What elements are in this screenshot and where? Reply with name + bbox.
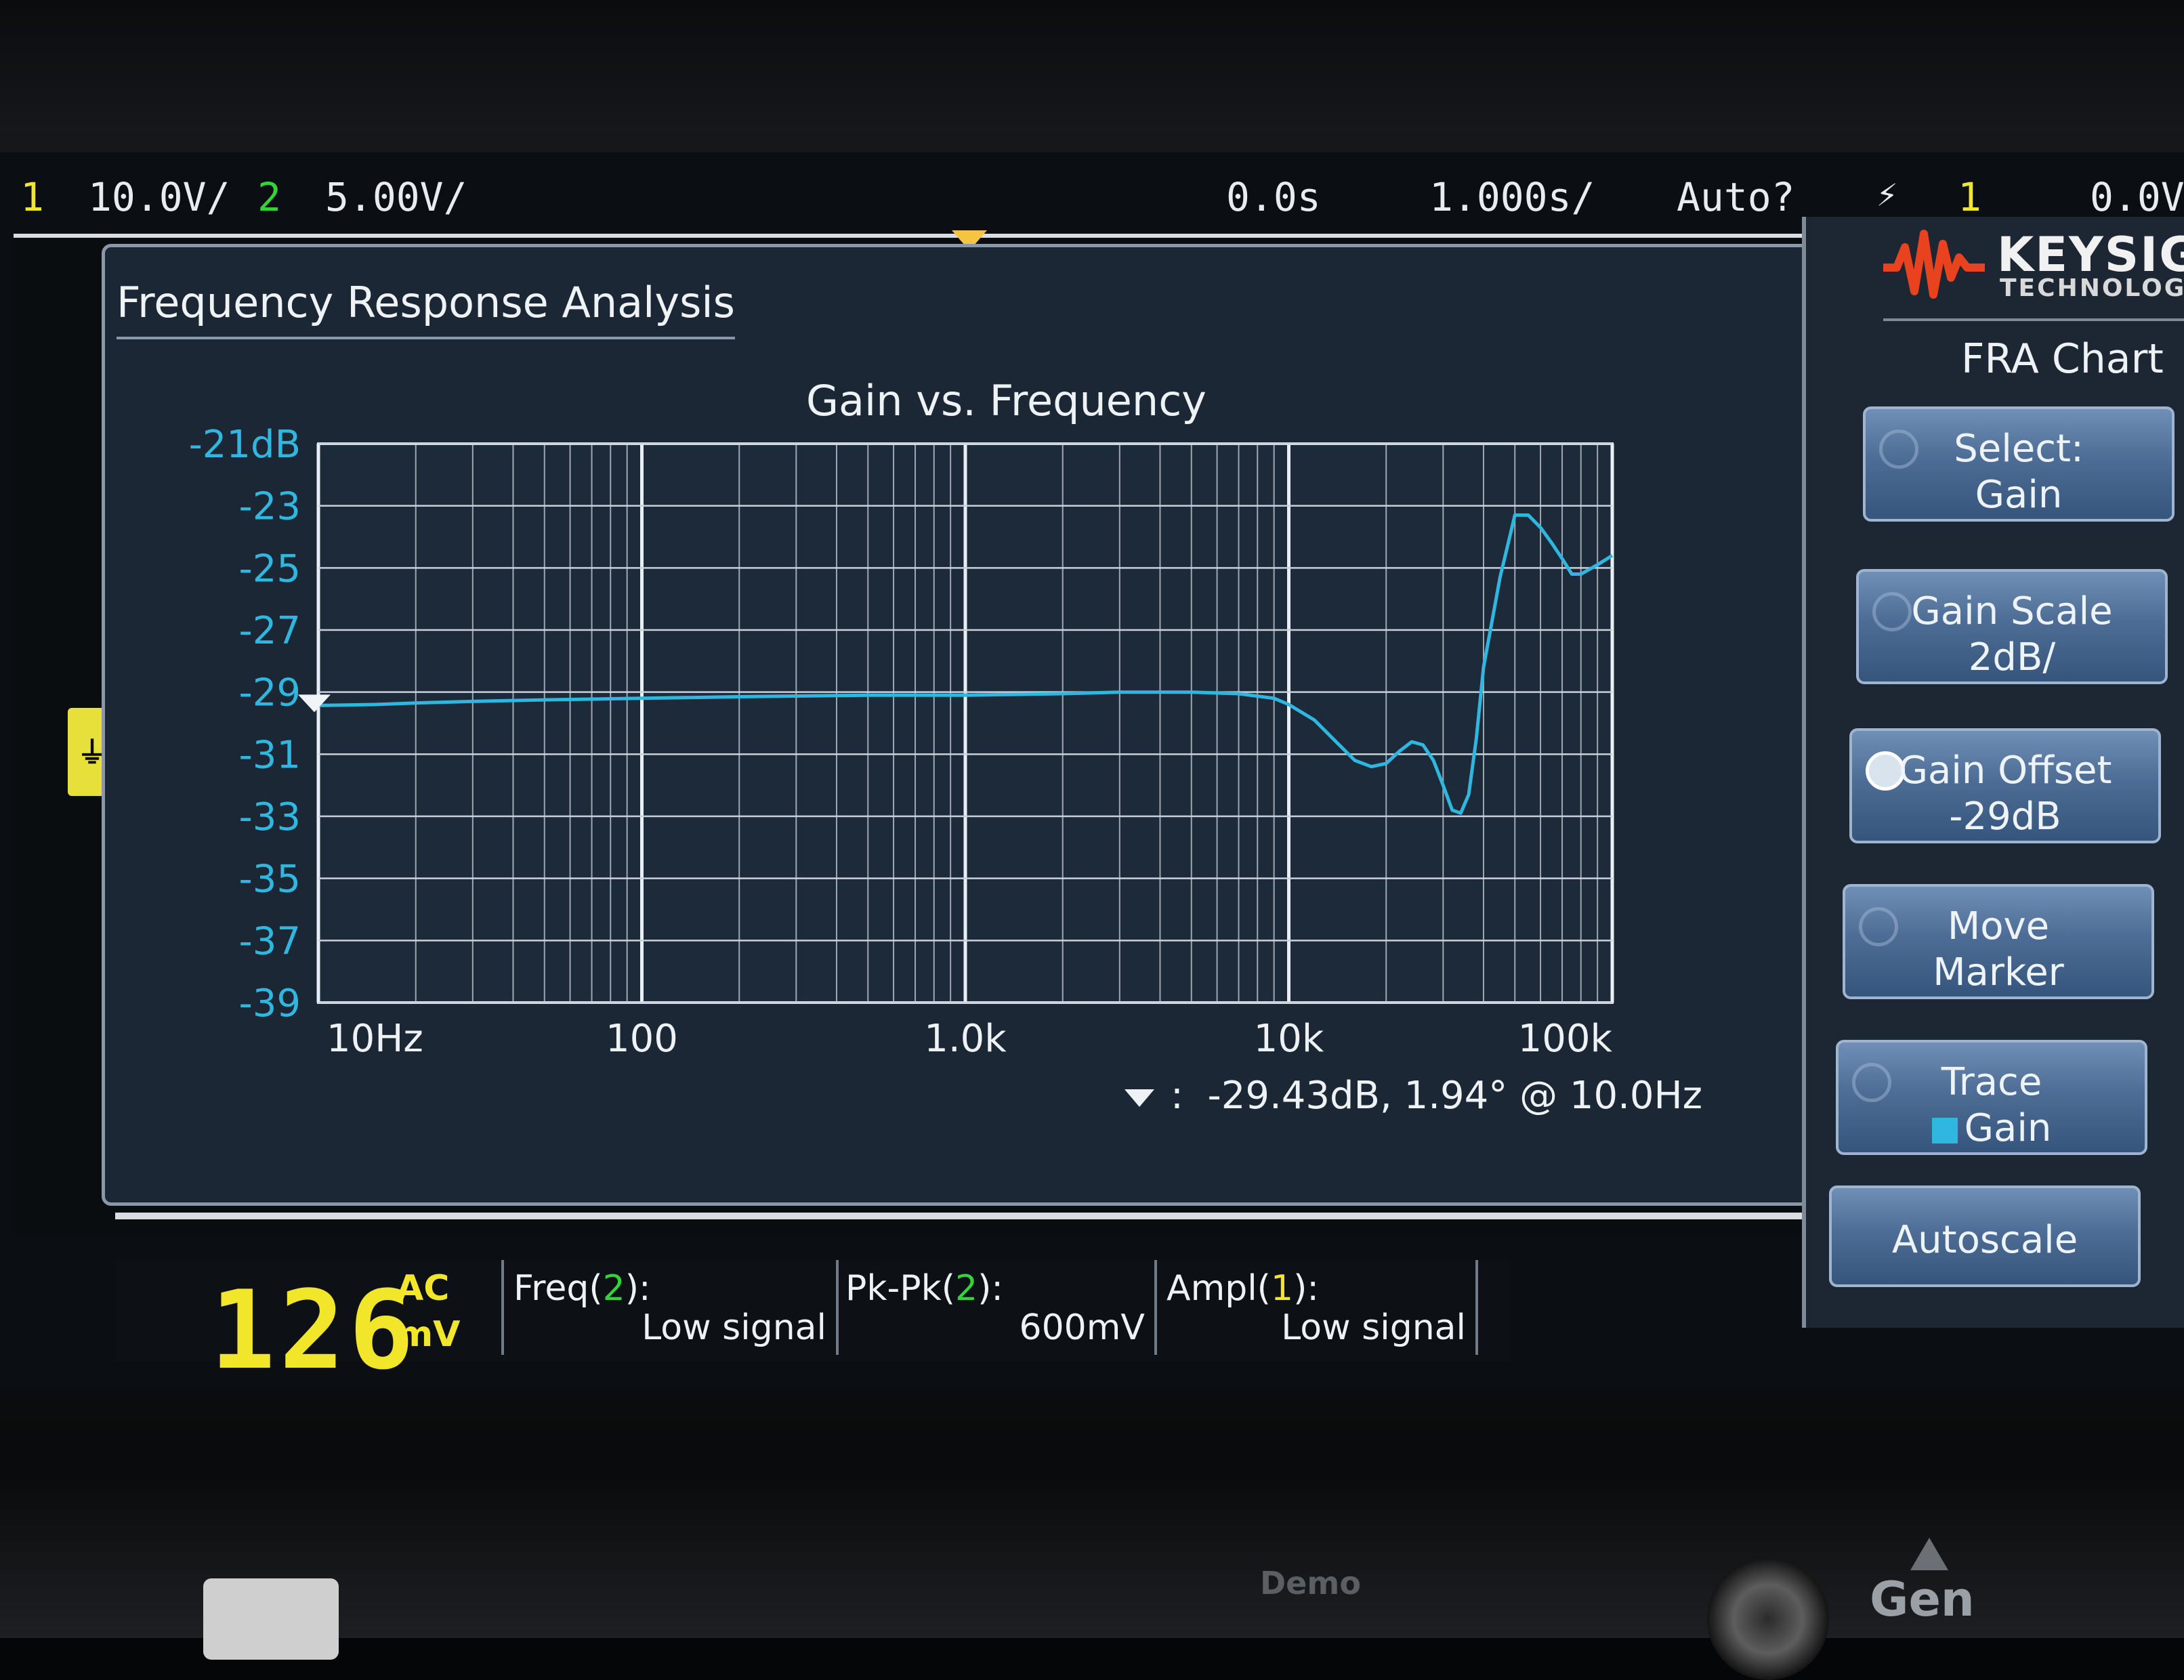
y-tick-label: -23 [239,485,301,529]
hardware-button[interactable] [203,1578,339,1660]
y-tick-label: -33 [239,795,301,839]
x-tick-label: 10k [1254,1017,1324,1061]
warning-icon [1910,1538,1948,1570]
move-marker-label-line1: Move [1947,904,2050,948]
marker-value: -29.43dB, 1.94° @ 10.0Hz [1207,1074,1703,1118]
demo-label: Demo [1260,1565,1361,1601]
measurement-ampl[interactable]: Ampl(1): Low signal [1157,1260,1478,1355]
trace-softkey[interactable]: Trace Gain [1836,1040,2147,1155]
dvm-mode: AC [396,1268,450,1309]
marker-separator: : [1171,1074,1183,1118]
x-tick-label: 100 [606,1017,678,1061]
brand-subtitle: TECHNOLOGIES [2000,274,2184,302]
y-tick-label: -35 [239,858,301,902]
trace-label: Trace [1941,1060,2042,1104]
y-tick-label: -37 [239,919,301,963]
ampl-channel: 1 [1270,1268,1294,1309]
gain-scale-value: 2dB/ [1968,635,2056,679]
measurement-ampl-value: Low signal [1281,1307,1466,1348]
measurement-ampl-label: Ampl(1): [1167,1268,1319,1309]
x-tick-label: 1.0k [924,1017,1007,1061]
gen-out-connector[interactable] [1707,1558,1829,1680]
move-marker-softkey[interactable]: Move Marker [1843,884,2154,999]
trace-color-swatch [1931,1117,1958,1143]
gain-offset-softkey[interactable]: Gain Offset -29dB [1849,728,2161,843]
pkpk-label-prefix: Pk-Pk( [845,1268,955,1309]
marker-readout: : -29.43dB, 1.94° @ 10.0Hz [1125,1074,1702,1118]
gen-label: Gen [1870,1572,1975,1627]
measurement-freq-value: Low signal [642,1307,826,1348]
ampl-label-prefix: Ampl( [1167,1268,1271,1309]
autoscale-label: Autoscale [1891,1218,2078,1262]
y-tick-label: -25 [239,547,301,591]
select-softkey[interactable]: Select: Gain [1863,406,2175,522]
keysight-logo-icon [1883,230,1985,299]
freq-label-prefix: Freq( [513,1268,603,1309]
ampl-label-suffix: ): [1293,1268,1319,1309]
measurement-pkpk[interactable]: Pk-Pk(2): 600mV [836,1260,1157,1355]
move-marker-label-line2: Marker [1933,950,2064,994]
trace-value-text: Gain [1964,1106,2052,1150]
gain-scale-softkey[interactable]: Gain Scale 2dB/ [1856,569,2168,684]
autoscale-softkey[interactable]: Autoscale [1829,1185,2141,1287]
x-tick-label: 100k [1518,1017,1613,1061]
x-tick-label: 10Hz [327,1017,423,1061]
y-tick-label: -29 [239,671,301,715]
y-tick-label: -39 [239,982,301,1026]
select-softkey-value: Gain [1975,473,2063,517]
y-tick-label: -21dB [189,423,301,467]
marker-triangle-icon [1125,1089,1154,1107]
dvm-unit: mV [396,1314,461,1355]
y-tick-label: -31 [239,733,301,777]
pkpk-channel: 2 [955,1268,978,1309]
logo-divider [1883,318,2184,321]
select-softkey-label: Select: [1954,427,2084,471]
y-tick-label: -27 [239,609,301,653]
measurement-freq-label: Freq(2): [513,1268,651,1309]
trace-value: Gain [1839,1106,2145,1150]
measurement-freq[interactable]: Freq(2): Low signal [501,1260,839,1355]
gain-scale-label: Gain Scale [1911,589,2113,633]
freq-channel: 2 [602,1268,625,1309]
pkpk-label-suffix: ): [978,1268,1003,1309]
measurement-pkpk-value: 600mV [1019,1307,1145,1348]
dvm-value: 126 [210,1267,418,1393]
menu-title: FRA Chart [1961,335,2164,383]
gain-offset-value: -29dB [1949,795,2061,839]
gain-offset-label: Gain Offset [1898,749,2112,793]
freq-label-suffix: ): [625,1268,651,1309]
measurement-pkpk-label: Pk-Pk(2): [845,1268,1003,1309]
